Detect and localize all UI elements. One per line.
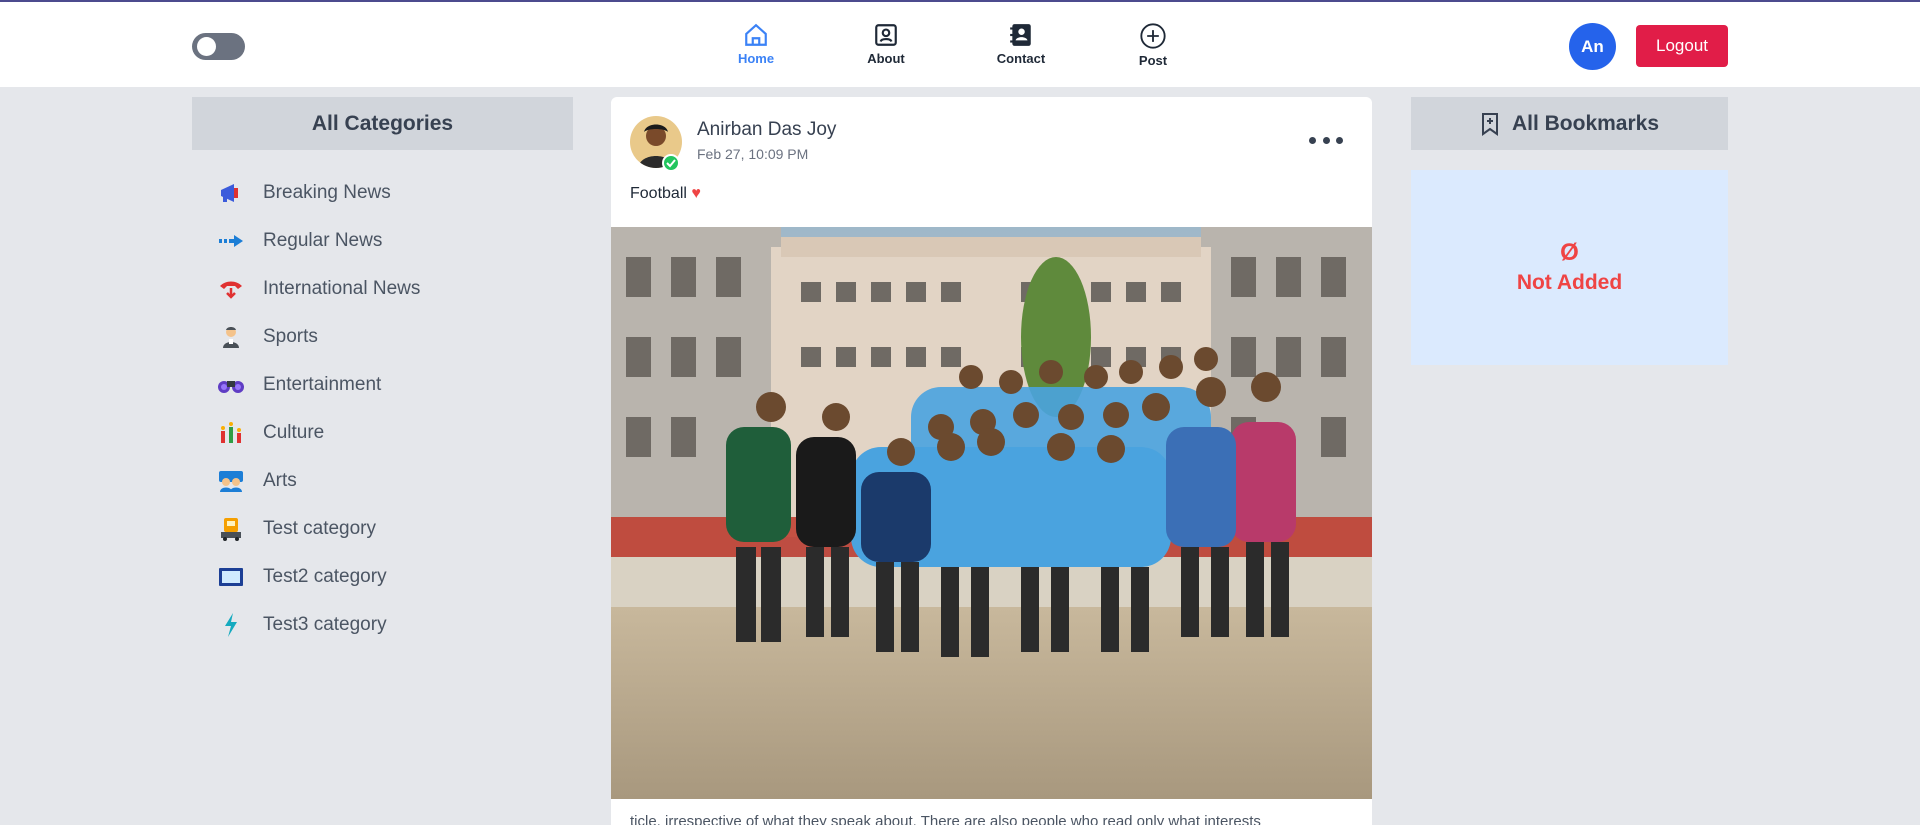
- category-item-entertainment[interactable]: Entertainment: [192, 361, 573, 409]
- category-label: Test category: [263, 518, 376, 539]
- verified-badge-icon: [662, 154, 680, 172]
- category-item-breaking-news[interactable]: Breaking News: [192, 169, 573, 217]
- category-label: Arts: [263, 470, 297, 491]
- post-options-icon[interactable]: [1309, 133, 1343, 147]
- bookmarks-header: All Bookmarks: [1411, 97, 1728, 150]
- megaphone-icon: [217, 181, 245, 205]
- category-item-test2-category[interactable]: Test2 category: [192, 553, 573, 601]
- category-label: International News: [263, 278, 421, 299]
- machine-icon: [217, 517, 245, 541]
- category-label: Test3 category: [263, 614, 387, 635]
- category-item-international-news[interactable]: International News: [192, 265, 573, 313]
- about-icon: [875, 24, 897, 46]
- category-item-regular-news[interactable]: Regular News: [192, 217, 573, 265]
- binoculars-icon: [217, 373, 245, 397]
- person-icon: [217, 325, 245, 349]
- post-card: Anirban Das Joy Feb 27, 10:09 PM Footbal…: [611, 97, 1372, 825]
- category-item-culture[interactable]: Culture: [192, 409, 573, 457]
- nav-home-label: Home: [737, 51, 775, 66]
- contact-icon: [1010, 24, 1031, 46]
- category-list: Breaking News Regular News International…: [192, 169, 573, 649]
- category-item-sports[interactable]: Sports: [192, 313, 573, 361]
- empty-set-icon: Ø: [1560, 238, 1579, 266]
- post-timestamp: Feb 27, 10:09 PM: [697, 146, 809, 162]
- post-photo[interactable]: [611, 227, 1372, 799]
- nav-about[interactable]: About: [846, 22, 926, 66]
- post-body-text: ticle, irrespective of what they speak a…: [630, 813, 1261, 825]
- post-author-name[interactable]: Anirban Das Joy: [697, 119, 836, 141]
- home-icon: [745, 23, 767, 46]
- lightning-icon: [217, 613, 245, 637]
- bookmark-icon: [1481, 112, 1498, 136]
- category-label: Breaking News: [263, 182, 391, 203]
- people-icon: [217, 469, 245, 493]
- user-avatar[interactable]: An: [1569, 23, 1616, 70]
- category-label: Culture: [263, 422, 325, 443]
- plus-circle-icon: [1140, 23, 1166, 49]
- candles-icon: [217, 421, 245, 445]
- bookmarks-title: All Bookmarks: [1511, 111, 1660, 135]
- category-item-arts[interactable]: Arts: [192, 457, 573, 505]
- nav-about-label: About: [867, 51, 905, 66]
- toggle-knob: [197, 37, 216, 56]
- category-label: Sports: [263, 326, 318, 347]
- nav-post[interactable]: Post: [1113, 22, 1193, 68]
- bookmarks-empty-state: Ø Not Added: [1411, 170, 1728, 365]
- category-label: Regular News: [263, 230, 383, 251]
- phone-down-icon: [217, 277, 245, 301]
- logout-button[interactable]: Logout: [1636, 25, 1728, 67]
- arrow-right-icon: [217, 229, 245, 253]
- category-label: Test2 category: [263, 566, 387, 587]
- nav-contact-label: Contact: [996, 51, 1046, 66]
- post-caption: Football ♥: [630, 185, 701, 203]
- category-item-test-category[interactable]: Test category: [192, 505, 573, 553]
- monitor-icon: [217, 565, 245, 589]
- nav-home[interactable]: Home: [716, 22, 796, 66]
- caption-text: Football: [630, 185, 687, 202]
- category-label: Entertainment: [263, 374, 382, 395]
- nav-post-label: Post: [1138, 53, 1168, 68]
- categories-title: All Categories: [192, 97, 573, 150]
- empty-state-label: Not Added: [1516, 270, 1623, 294]
- theme-toggle[interactable]: [192, 33, 245, 60]
- top-navbar: Home About Contact Post An Logout: [0, 0, 1920, 87]
- nav-contact[interactable]: Contact: [981, 22, 1061, 66]
- category-item-test3-category[interactable]: Test3 category: [192, 601, 573, 649]
- heart-icon: ♥: [691, 185, 701, 202]
